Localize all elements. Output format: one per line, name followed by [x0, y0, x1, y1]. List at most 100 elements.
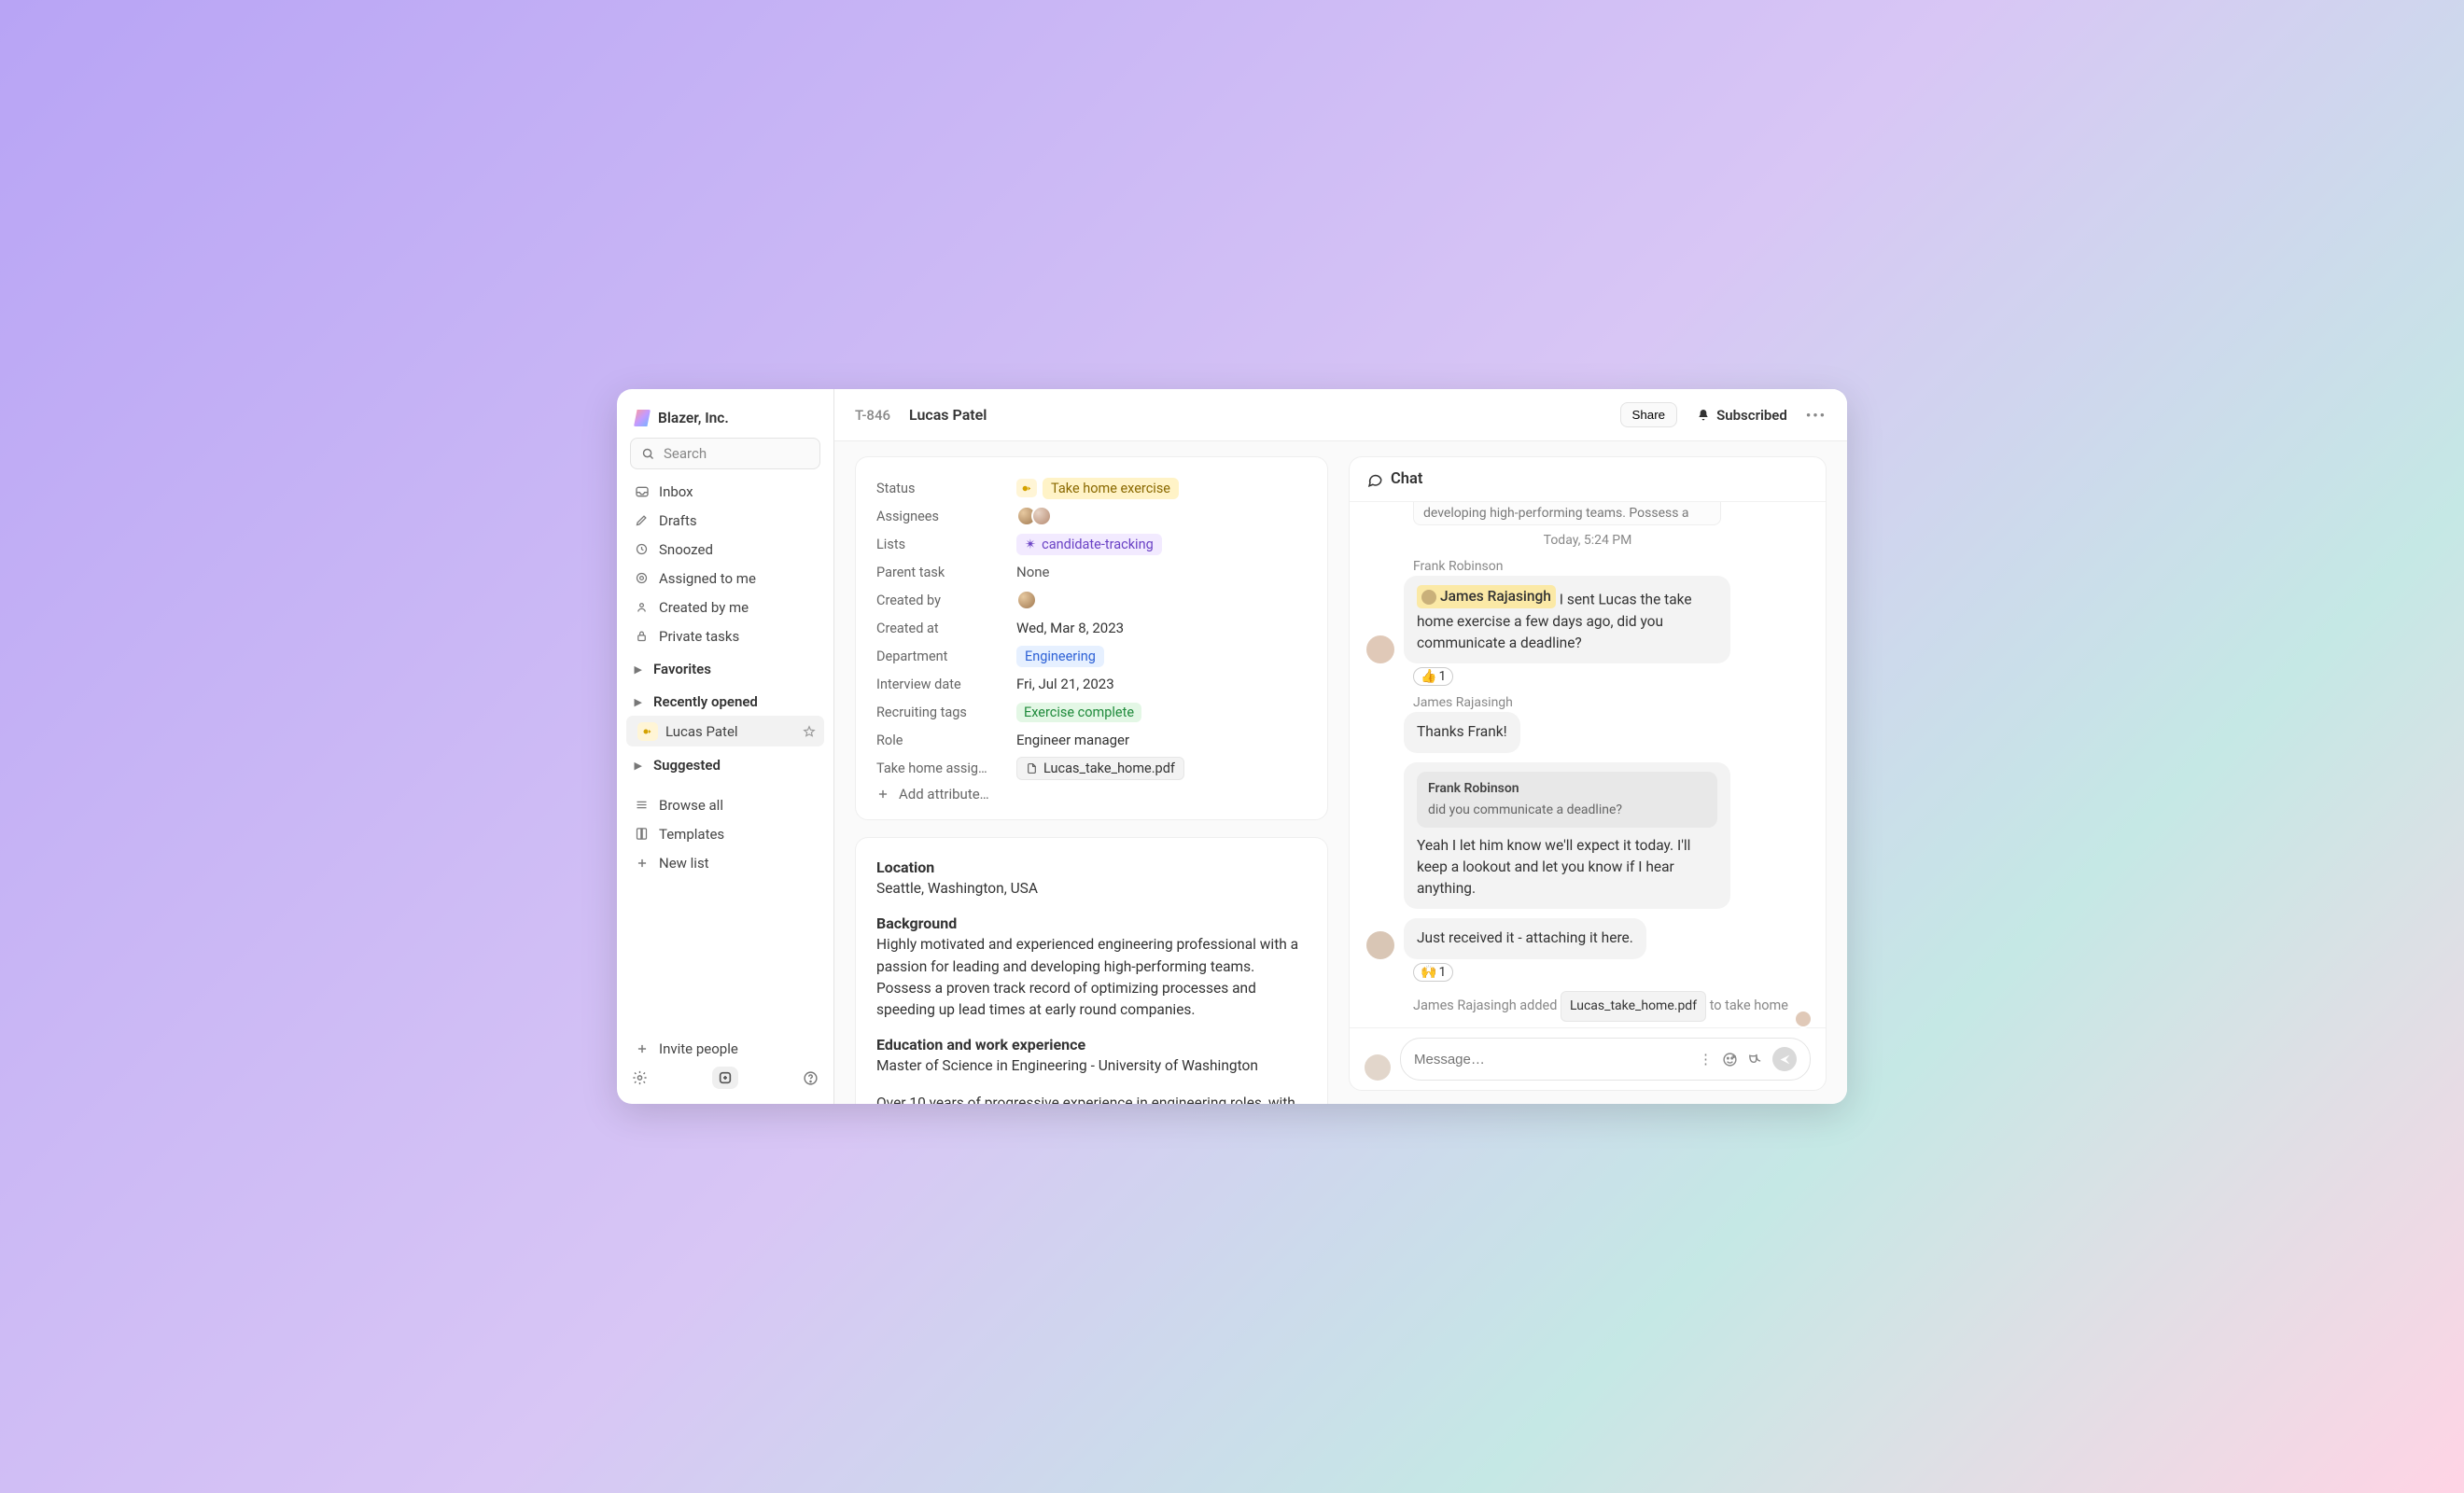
department-chip[interactable]: Engineering	[1016, 646, 1104, 667]
task-id[interactable]: T-846	[855, 407, 890, 424]
quick-add-button[interactable]	[712, 1067, 738, 1089]
avatar-spacer	[1366, 881, 1394, 909]
nav-templates[interactable]: Templates	[626, 819, 824, 848]
sidebar: Blazer, Inc. Search Inbox Drafts Snoozed…	[617, 389, 834, 1104]
section-recently-opened[interactable]: ▸ Recently opened	[626, 687, 824, 716]
star-icon[interactable]	[801, 725, 817, 738]
quoted-preview: developing high-performing teams. Posses…	[1413, 502, 1721, 525]
section-label: Favorites	[653, 661, 711, 677]
send-button[interactable]	[1772, 1047, 1797, 1071]
nav-new-list[interactable]: New list	[626, 848, 824, 877]
background-heading: Background	[876, 914, 1307, 932]
avatar	[1421, 590, 1436, 605]
chat-message: Frank Robinson did you communicate a dea…	[1366, 762, 1809, 910]
nav-browse-all[interactable]: Browse all	[626, 790, 824, 819]
file-chip[interactable]: Lucas_take_home.pdf	[1016, 757, 1184, 780]
section-favorites[interactable]: ▸ Favorites	[626, 654, 824, 683]
attr-label-assignees: Assignees	[876, 509, 1016, 524]
file-icon	[1026, 762, 1038, 774]
status-chip[interactable]: Take home exercise	[1043, 478, 1179, 499]
presence-avatar[interactable]	[1794, 1010, 1813, 1028]
attr-label-recruiting-tags: Recruiting tags	[876, 705, 1016, 720]
attr-label-role: Role	[876, 733, 1016, 748]
nav-label: Drafts	[659, 512, 697, 529]
assignees-avatars[interactable]	[1016, 506, 1052, 526]
recent-item-label: Lucas Patel	[665, 723, 738, 740]
status-progress-icon	[1016, 479, 1037, 497]
more-menu-button[interactable]: •••	[1806, 407, 1827, 424]
attr-label-parent: Parent task	[876, 565, 1016, 580]
help-icon[interactable]	[803, 1070, 819, 1086]
message-bubble[interactable]: Thanks Frank!	[1404, 712, 1520, 752]
attr-label-created-at: Created at	[876, 621, 1016, 636]
avatar	[1031, 506, 1052, 526]
masks-icon[interactable]	[1747, 1052, 1763, 1067]
task-title: Lucas Patel	[909, 406, 987, 424]
plus-icon	[876, 788, 889, 801]
workspace-switcher[interactable]: Blazer, Inc.	[626, 406, 824, 438]
quoted-reply[interactable]: Frank Robinson did you communicate a dea…	[1417, 772, 1717, 828]
chat-scroll-area[interactable]: developing high-performing teams. Posses…	[1350, 502, 1826, 1027]
message-bubble[interactable]: Just received it - attaching it here.	[1404, 918, 1646, 958]
avatar	[1366, 931, 1394, 959]
status-dot-icon	[637, 722, 658, 741]
nav-label: Private tasks	[659, 628, 739, 645]
pencil-icon	[634, 513, 650, 527]
stack-icon: ✴	[1025, 537, 1036, 552]
nav-label: New list	[659, 855, 709, 872]
file-chip[interactable]: Lucas_take_home.pdf	[1561, 991, 1706, 1022]
plus-icon	[634, 1042, 650, 1055]
nav-label: Inbox	[659, 483, 693, 500]
search-icon	[640, 447, 656, 461]
user-mention[interactable]: James Rajasingh	[1417, 585, 1556, 608]
nav-private-tasks[interactable]: Private tasks	[626, 621, 824, 650]
nav-label: Templates	[659, 826, 724, 843]
chat-panel: Chat developing high-performing teams. P…	[1349, 456, 1827, 1091]
nav-label: Invite people	[659, 1040, 738, 1057]
message-input[interactable]	[1414, 1052, 1699, 1067]
parent-value[interactable]: None	[1016, 564, 1050, 580]
avatar[interactable]	[1016, 590, 1037, 610]
role-value[interactable]: Engineer manager	[1016, 732, 1129, 748]
list-chip[interactable]: ✴ candidate-tracking	[1016, 534, 1162, 555]
message-bubble[interactable]: Frank Robinson did you communicate a dea…	[1404, 762, 1730, 910]
nav-invite-people[interactable]: Invite people	[626, 1034, 824, 1063]
reaction-pill[interactable]: 🙌1	[1413, 963, 1453, 982]
nav-assigned-to-me[interactable]: Assigned to me	[626, 564, 824, 593]
main-content: T-846 Lucas Patel Share Subscribed ••• S…	[834, 389, 1847, 1104]
more-vertical-icon[interactable]: ⋮	[1699, 1051, 1713, 1067]
interview-value[interactable]: Fri, Jul 21, 2023	[1016, 676, 1114, 692]
subscribed-toggle[interactable]: Subscribed	[1696, 407, 1787, 424]
clock-icon	[634, 542, 650, 556]
nav-drafts[interactable]: Drafts	[626, 506, 824, 535]
list-icon	[634, 798, 650, 812]
attr-label-interview: Interview date	[876, 677, 1016, 692]
nav-label: Assigned to me	[659, 570, 756, 587]
reaction-pill[interactable]: 👍1	[1413, 667, 1453, 686]
settings-gear-icon[interactable]	[632, 1069, 648, 1086]
search-placeholder: Search	[664, 445, 707, 462]
reaction-emoji: 👍	[1421, 669, 1436, 684]
add-attribute-button[interactable]: Add attribute…	[876, 782, 1307, 802]
recruiting-tag-chip[interactable]: Exercise complete	[1016, 703, 1141, 722]
attr-label-created-by: Created by	[876, 593, 1016, 608]
description-card[interactable]: Location Seattle, Washington, USA Backgr…	[855, 837, 1328, 1104]
inbox-icon	[634, 484, 650, 499]
section-suggested[interactable]: ▸ Suggested	[626, 750, 824, 779]
share-button[interactable]: Share	[1620, 402, 1678, 427]
chat-message: James Rajasingh Thanks Frank!	[1366, 695, 1809, 752]
attributes-card: Status Take home exercise Assignees	[855, 456, 1328, 820]
subscribed-label: Subscribed	[1716, 407, 1787, 424]
message-bubble[interactable]: James Rajasingh I sent Lucas the take ho…	[1404, 576, 1730, 663]
nav-label: Snoozed	[659, 541, 713, 558]
emoji-icon[interactable]	[1722, 1052, 1738, 1067]
nav-snoozed[interactable]: Snoozed	[626, 535, 824, 564]
nav-created-by-me[interactable]: Created by me	[626, 593, 824, 621]
message-input-wrapper[interactable]: ⋮	[1400, 1038, 1811, 1081]
nav-inbox[interactable]: Inbox	[626, 477, 824, 506]
file-name: Lucas_take_home.pdf	[1043, 760, 1175, 776]
attr-label-department: Department	[876, 649, 1016, 664]
quoted-text: did you communicate a deadline?	[1428, 801, 1706, 820]
recent-item-lucas-patel[interactable]: Lucas Patel	[626, 716, 824, 746]
search-input[interactable]: Search	[630, 438, 820, 469]
